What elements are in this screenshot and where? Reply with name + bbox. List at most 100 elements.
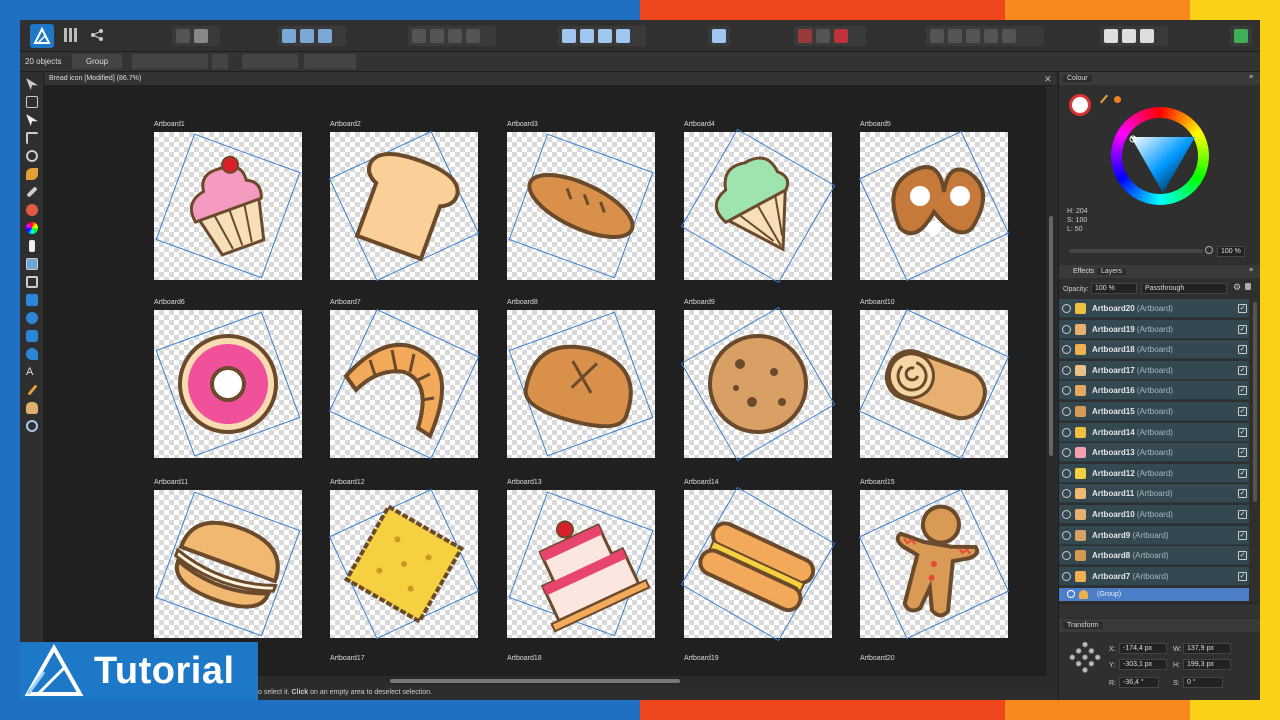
hand-tool-icon[interactable] bbox=[26, 402, 38, 414]
artboard[interactable] bbox=[328, 488, 480, 640]
artboard[interactable] bbox=[680, 128, 836, 284]
layer-row[interactable]: Artboard16 (Artboard) ✓ bbox=[1059, 381, 1249, 401]
eyedropper-icon[interactable] bbox=[1100, 94, 1108, 104]
geometry-icon[interactable] bbox=[834, 29, 848, 43]
rounded-rect-tool-icon[interactable] bbox=[26, 330, 38, 342]
visibility-icon[interactable] bbox=[1062, 551, 1071, 561]
snap-object-icon[interactable] bbox=[318, 29, 332, 43]
layer-row[interactable]: Artboard10 (Artboard) ✓ bbox=[1059, 505, 1249, 524]
artboard[interactable] bbox=[507, 490, 655, 638]
h-field[interactable]: 199,3 px bbox=[1183, 659, 1231, 670]
app-logo[interactable] bbox=[30, 24, 54, 48]
layer-row[interactable]: Artboard15 (Artboard) ✓ bbox=[1059, 402, 1249, 421]
layer-row[interactable]: Artboard13 (Artboard) ✓ bbox=[1059, 443, 1249, 463]
layer-checkbox[interactable]: ✓ bbox=[1238, 324, 1247, 334]
layer-row[interactable]: Artboard7 (Artboard) ✓ bbox=[1059, 566, 1249, 586]
visibility-icon[interactable] bbox=[1062, 386, 1071, 396]
zoom-tool-icon[interactable] bbox=[26, 420, 38, 432]
ellipse-tool-icon[interactable] bbox=[26, 312, 38, 324]
layer-selected-eye-icon[interactable] bbox=[1067, 590, 1075, 598]
anchor-grid-icon[interactable] bbox=[1065, 638, 1105, 678]
artboard-label[interactable]: Artboard13 bbox=[507, 479, 542, 486]
subtract-icon[interactable] bbox=[948, 29, 962, 43]
artboard-label[interactable]: Artboard11 bbox=[154, 479, 188, 486]
layer-checkbox[interactable]: ✓ bbox=[1238, 386, 1247, 396]
layer-checkbox[interactable]: ✓ bbox=[1238, 427, 1247, 437]
layer-checkbox[interactable]: ✓ bbox=[1238, 530, 1247, 540]
visibility-icon[interactable] bbox=[1062, 304, 1071, 313]
artboard-label[interactable]: Artboard14 bbox=[684, 479, 719, 486]
close-document-icon[interactable]: ✕ bbox=[1044, 74, 1052, 85]
opacity-slider-knob[interactable] bbox=[1205, 246, 1213, 254]
flip-horizontal-icon[interactable] bbox=[562, 29, 576, 43]
snap-icon[interactable] bbox=[282, 29, 296, 43]
layer-row[interactable]: Artboard8 (Artboard) ✓ bbox=[1059, 546, 1249, 566]
point-transform-icon[interactable] bbox=[26, 150, 38, 162]
align-icon[interactable] bbox=[712, 29, 726, 43]
artboard-label[interactable]: Artboard17 bbox=[330, 655, 365, 662]
artboard-label[interactable]: Artboard4 bbox=[684, 121, 715, 128]
layer-row[interactable]: Artboard12 (Artboard) ✓ bbox=[1059, 463, 1249, 483]
artboard[interactable] bbox=[154, 490, 302, 638]
s-field[interactable]: 0 ° bbox=[1183, 677, 1223, 688]
artboard-label[interactable]: Artboard19 bbox=[684, 655, 719, 662]
visibility-icon[interactable] bbox=[1062, 365, 1071, 375]
xor-icon[interactable] bbox=[984, 29, 998, 43]
visibility-icon[interactable] bbox=[1062, 345, 1071, 355]
vector-brush-icon[interactable] bbox=[26, 204, 38, 216]
shape-tool-icon[interactable] bbox=[26, 348, 38, 360]
visibility-icon[interactable] bbox=[1062, 571, 1071, 581]
arrange-3-icon[interactable] bbox=[1140, 29, 1154, 43]
y-field[interactable]: -303,1 px bbox=[1119, 659, 1167, 670]
document-tab-title[interactable]: Bread icon [Modified] (86.7%) bbox=[49, 75, 141, 82]
w-field[interactable]: 137,9 px bbox=[1183, 643, 1231, 654]
artboard[interactable] bbox=[328, 308, 480, 460]
artboard[interactable] bbox=[154, 132, 302, 280]
colour-triangle[interactable] bbox=[1111, 107, 1209, 205]
layer-checkbox[interactable]: ✓ bbox=[1238, 571, 1247, 581]
artboard[interactable] bbox=[507, 132, 655, 280]
artboard-label[interactable]: Artboard7 bbox=[330, 299, 361, 306]
color-picker-icon[interactable] bbox=[27, 384, 38, 396]
artboard-label[interactable]: Artboard6 bbox=[154, 299, 185, 306]
artboard[interactable] bbox=[507, 310, 655, 458]
intersect-icon[interactable] bbox=[966, 29, 980, 43]
x-field[interactable]: -174,4 px bbox=[1119, 643, 1167, 654]
move-tool-icon[interactable] bbox=[26, 78, 38, 90]
artboard-label[interactable]: Artboard15 bbox=[860, 479, 895, 486]
layer-checkbox[interactable]: ✓ bbox=[1238, 468, 1247, 478]
visibility-icon[interactable] bbox=[1062, 468, 1071, 478]
layer-row[interactable]: Artboard9 (Artboard) ✓ bbox=[1059, 525, 1249, 545]
arrange-2-icon[interactable] bbox=[1122, 29, 1136, 43]
view-mode-icon[interactable] bbox=[176, 29, 190, 43]
isolate-icon[interactable] bbox=[816, 29, 830, 43]
artboard[interactable] bbox=[858, 488, 1010, 640]
layer-checkbox[interactable]: ✓ bbox=[1238, 365, 1247, 375]
layer-checkbox[interactable]: ✓ bbox=[1238, 407, 1247, 416]
layer-checkbox[interactable]: ✓ bbox=[1238, 551, 1247, 561]
transform-origin-buttons[interactable] bbox=[132, 54, 208, 69]
frame-button[interactable] bbox=[212, 54, 228, 69]
assistant-icon[interactable] bbox=[194, 29, 208, 43]
artboard-label[interactable]: Artboard5 bbox=[860, 121, 891, 128]
add-icon[interactable] bbox=[930, 29, 944, 43]
artboard-label[interactable]: Artboard12 bbox=[330, 479, 365, 486]
colour-tab[interactable]: Colour bbox=[1063, 75, 1092, 82]
align-buttons[interactable] bbox=[242, 54, 298, 69]
colour-opacity-field[interactable]: 100 % bbox=[1217, 246, 1245, 257]
layer-scrollbar[interactable] bbox=[1253, 302, 1257, 502]
node-tool-icon[interactable] bbox=[26, 114, 38, 126]
artboard[interactable] bbox=[154, 310, 302, 458]
layers-panel-menu-icon[interactable]: ≡ bbox=[1249, 267, 1253, 274]
visibility-icon[interactable] bbox=[1062, 448, 1071, 458]
layer-checkbox[interactable]: ✓ bbox=[1238, 489, 1247, 499]
layer-row[interactable]: Artboard18 (Artboard) ✓ bbox=[1059, 340, 1249, 360]
colour-wheel[interactable] bbox=[1111, 107, 1209, 205]
layer-checkbox[interactable]: ✓ bbox=[1238, 304, 1247, 313]
rotate-left-icon[interactable] bbox=[598, 29, 612, 43]
order-back-icon[interactable] bbox=[412, 29, 426, 43]
artboard[interactable] bbox=[328, 130, 480, 282]
layer-lock-icon[interactable] bbox=[1245, 283, 1251, 290]
transparency-tool-icon[interactable] bbox=[29, 240, 35, 252]
artboard-label[interactable]: Artboard18 bbox=[507, 655, 542, 662]
